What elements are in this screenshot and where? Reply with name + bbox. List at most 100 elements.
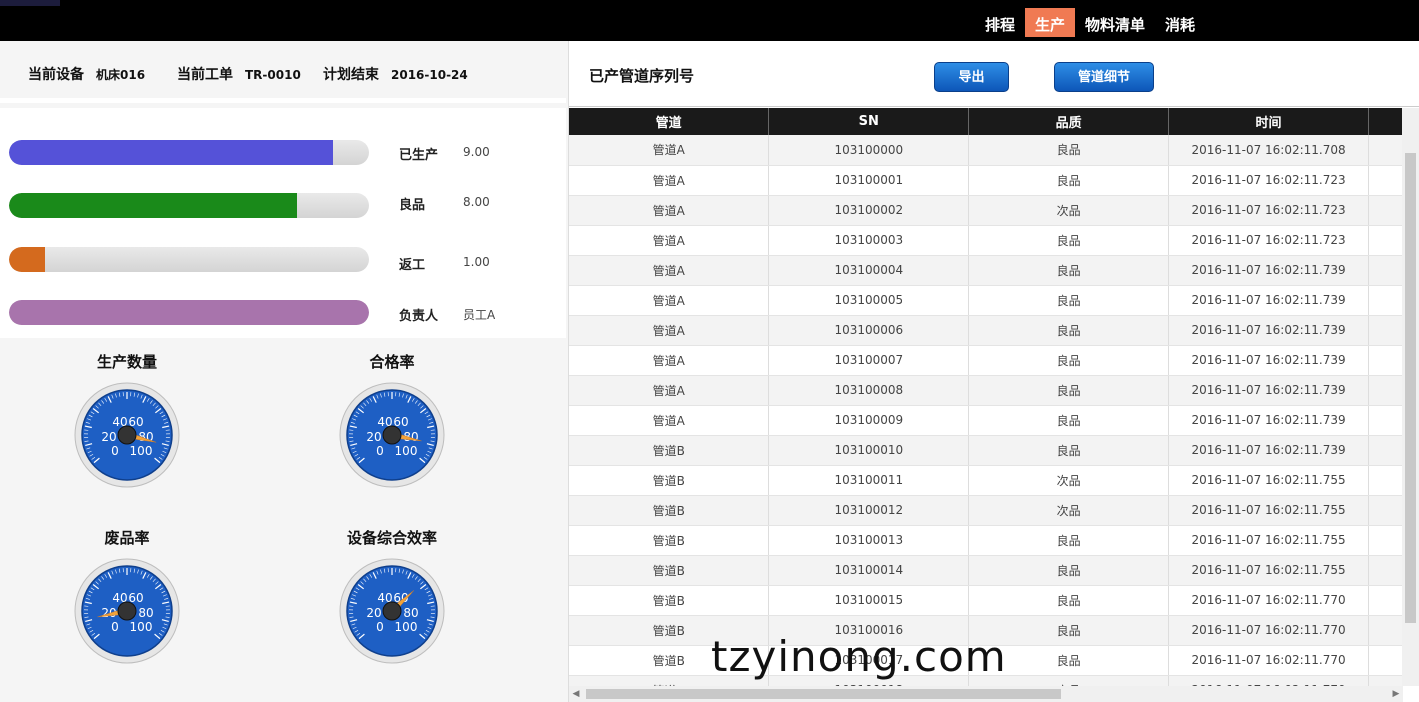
cell-quality: 良品: [968, 585, 1170, 616]
produced-bar-fill: [9, 140, 333, 165]
cell-pipe: 管道B: [569, 585, 770, 616]
cell-quality: 次品: [968, 195, 1170, 226]
scroll-left-icon[interactable]: ◀: [569, 686, 583, 702]
top-bar-decoration: [0, 0, 60, 6]
table-row[interactable]: 管道A 103100000 良品 2016-11-07 16:02:11.708: [569, 135, 1419, 166]
current-order-value: TR-0010: [245, 68, 301, 82]
table-row[interactable]: 管道A 103100002 次品 2016-11-07 16:02:11.723: [569, 195, 1419, 226]
cell-time: 2016-11-07 16:02:11.723: [1168, 165, 1370, 196]
cell-pipe: 管道A: [569, 345, 770, 376]
left-panel: 当前设备 机床016 当前工单 TR-0010 计划结束 2016-10-24 已生产…: [0, 41, 566, 702]
nav-item-schedule[interactable]: 排程: [975, 8, 1025, 37]
cell-pipe: 管道A: [569, 375, 770, 406]
cell-time: 2016-11-07 16:02:11.770: [1168, 645, 1370, 676]
table-row[interactable]: 管道B 103100015 良品 2016-11-07 16:02:11.770: [569, 585, 1419, 616]
gauge-title: 设备综合效率: [346, 529, 437, 547]
gauge-panel: 生产数量 0 20 40 60 80 100 合格率 0 20 40 60 80 100 废品率 0…: [0, 341, 566, 702]
table-row[interactable]: 管道A 103100009 良品 2016-11-07 16:02:11.739: [569, 405, 1419, 436]
cell-sn: 103100010: [768, 435, 970, 466]
cell-sn: 103100008: [768, 375, 970, 406]
table-row[interactable]: 管道B 103100013 良品 2016-11-07 16:02:11.755: [569, 525, 1419, 556]
table-row[interactable]: 管道A 103100006 良品 2016-11-07 16:02:11.739: [569, 315, 1419, 346]
owner-bar-track: [9, 300, 369, 325]
progress-bars: 已生产 9.00 良品 8.00 返工 1.00 负责人 员工A: [0, 108, 566, 338]
cell-pipe: 管道B: [569, 555, 770, 586]
scroll-right-icon[interactable]: ▶: [1389, 686, 1403, 702]
horizontal-scroll-thumb[interactable]: [586, 689, 1061, 699]
gauge-tick-label: 100: [130, 444, 153, 458]
cell-sn: 103100003: [768, 225, 970, 256]
gauge-scrap-rate: 废品率 0 20 40 60 80 100: [27, 517, 227, 687]
cell-time: 2016-11-07 16:02:11.723: [1168, 195, 1370, 226]
watermark-text: tzyinong.com: [711, 632, 1007, 681]
serial-panel: 已产管道序列号 导出 管道细节 管道 SN 品质 时间 管道A 103100000…: [568, 41, 1419, 702]
table-row[interactable]: 管道B 103100014 良品 2016-11-07 16:02:11.755: [569, 555, 1419, 586]
table-row[interactable]: 管道A 103100004 良品 2016-11-07 16:02:11.739: [569, 255, 1419, 286]
table-row[interactable]: 管道B 103100010 良品 2016-11-07 16:02:11.739: [569, 435, 1419, 466]
cell-sn: 103100015: [768, 585, 970, 616]
table-row[interactable]: 管道A 103100005 良品 2016-11-07 16:02:11.739: [569, 285, 1419, 316]
cell-quality: 良品: [968, 375, 1170, 406]
cell-quality: 良品: [968, 165, 1170, 196]
gauge-title: 合格率: [369, 353, 415, 371]
nav-item-consumption[interactable]: 消耗: [1155, 8, 1205, 37]
cell-quality: 良品: [968, 405, 1170, 436]
cell-sn: 103100009: [768, 405, 970, 436]
pipe-detail-button[interactable]: 管道细节: [1054, 62, 1154, 92]
cell-time: 2016-11-07 16:02:11.755: [1168, 555, 1370, 586]
job-info-bar: 当前设备 机床016 当前工单 TR-0010 计划结束 2016-10-24: [0, 41, 566, 103]
rework-label: 返工: [399, 258, 426, 273]
cell-pipe: 管道B: [569, 495, 770, 526]
table-row[interactable]: 管道B 103100011 次品 2016-11-07 16:02:11.755: [569, 465, 1419, 496]
owner-bar-fill: [9, 300, 369, 325]
table-row[interactable]: 管道A 103100007 良品 2016-11-07 16:02:11.739: [569, 345, 1419, 376]
cell-sn: 103100007: [768, 345, 970, 376]
current-order: 当前工单 TR-0010: [177, 64, 301, 84]
cell-sn: 103100011: [768, 465, 970, 496]
owner-bar-row: 负责人 员工A: [9, 300, 549, 326]
rework-bar-fill: [9, 247, 45, 272]
table-row[interactable]: 管道B 103100012 次品 2016-11-07 16:02:11.755: [569, 495, 1419, 526]
rework-value: 1.00: [463, 255, 490, 269]
nav-item-bom[interactable]: 物料清单: [1075, 8, 1155, 37]
cell-time: 2016-11-07 16:02:11.739: [1168, 375, 1370, 406]
cell-time: 2016-11-07 16:02:11.739: [1168, 255, 1370, 286]
cell-time: 2016-11-07 16:02:11.755: [1168, 495, 1370, 526]
column-header-time[interactable]: 时间: [1168, 108, 1370, 135]
good-label: 良品: [399, 198, 426, 213]
cell-quality: 良品: [968, 345, 1170, 376]
gauge-dial: 02040 6080100: [74, 558, 180, 664]
serial-table: 管道 SN 品质 时间 管道A 103100000 良品 2016-11-07 16:…: [569, 108, 1419, 686]
cell-pipe: 管道A: [569, 135, 770, 166]
table-row[interactable]: 管道A 103100001 良品 2016-11-07 16:02:11.723: [569, 165, 1419, 196]
serial-table-body: 管道A 103100000 良品 2016-11-07 16:02:11.708 管道A…: [569, 135, 1419, 686]
gauge-hub: [117, 425, 137, 445]
column-header-quality[interactable]: 品质: [968, 108, 1170, 135]
gauge-title: 生产数量: [96, 353, 157, 371]
vertical-scroll-thumb[interactable]: [1405, 153, 1416, 623]
serial-table-wrap: 管道 SN 品质 时间 管道A 103100000 良品 2016-11-07 16:…: [569, 108, 1419, 686]
cell-time: 2016-11-07 16:02:11.739: [1168, 285, 1370, 316]
table-row[interactable]: 管道A 103100008 良品 2016-11-07 16:02:11.739: [569, 375, 1419, 406]
gauge-dial: 02040 6080100: [339, 382, 445, 488]
current-device-label: 当前设备: [28, 67, 84, 83]
table-row[interactable]: 管道A 103100003 良品 2016-11-07 16:02:11.723: [569, 225, 1419, 256]
horizontal-scrollbar[interactable]: ◀ ▶: [569, 686, 1403, 702]
good-bar-row: 良品 8.00: [9, 193, 549, 219]
cell-sn: 103100002: [768, 195, 970, 226]
column-header-sn[interactable]: SN: [768, 108, 970, 135]
current-device-value: 机床016: [96, 68, 146, 82]
vertical-scrollbar[interactable]: [1402, 108, 1419, 686]
rework-bar-track: [9, 247, 369, 272]
good-bar-fill: [9, 193, 297, 218]
serial-panel-header: 已产管道序列号 导出 管道细节: [569, 41, 1419, 107]
nav-item-production[interactable]: 生产: [1024, 8, 1075, 37]
produced-label: 已生产: [399, 148, 439, 163]
cell-sn: 103100014: [768, 555, 970, 586]
export-button[interactable]: 导出: [934, 62, 1009, 92]
cell-time: 2016-11-07 16:02:11.739: [1168, 315, 1370, 346]
top-bar: 排程 生产 物料清单 消耗: [0, 0, 1419, 41]
main-nav: 排程 生产 物料清单 消耗: [975, 8, 1205, 37]
gauge-hub: [117, 601, 137, 621]
column-header-pipe[interactable]: 管道: [569, 108, 770, 135]
